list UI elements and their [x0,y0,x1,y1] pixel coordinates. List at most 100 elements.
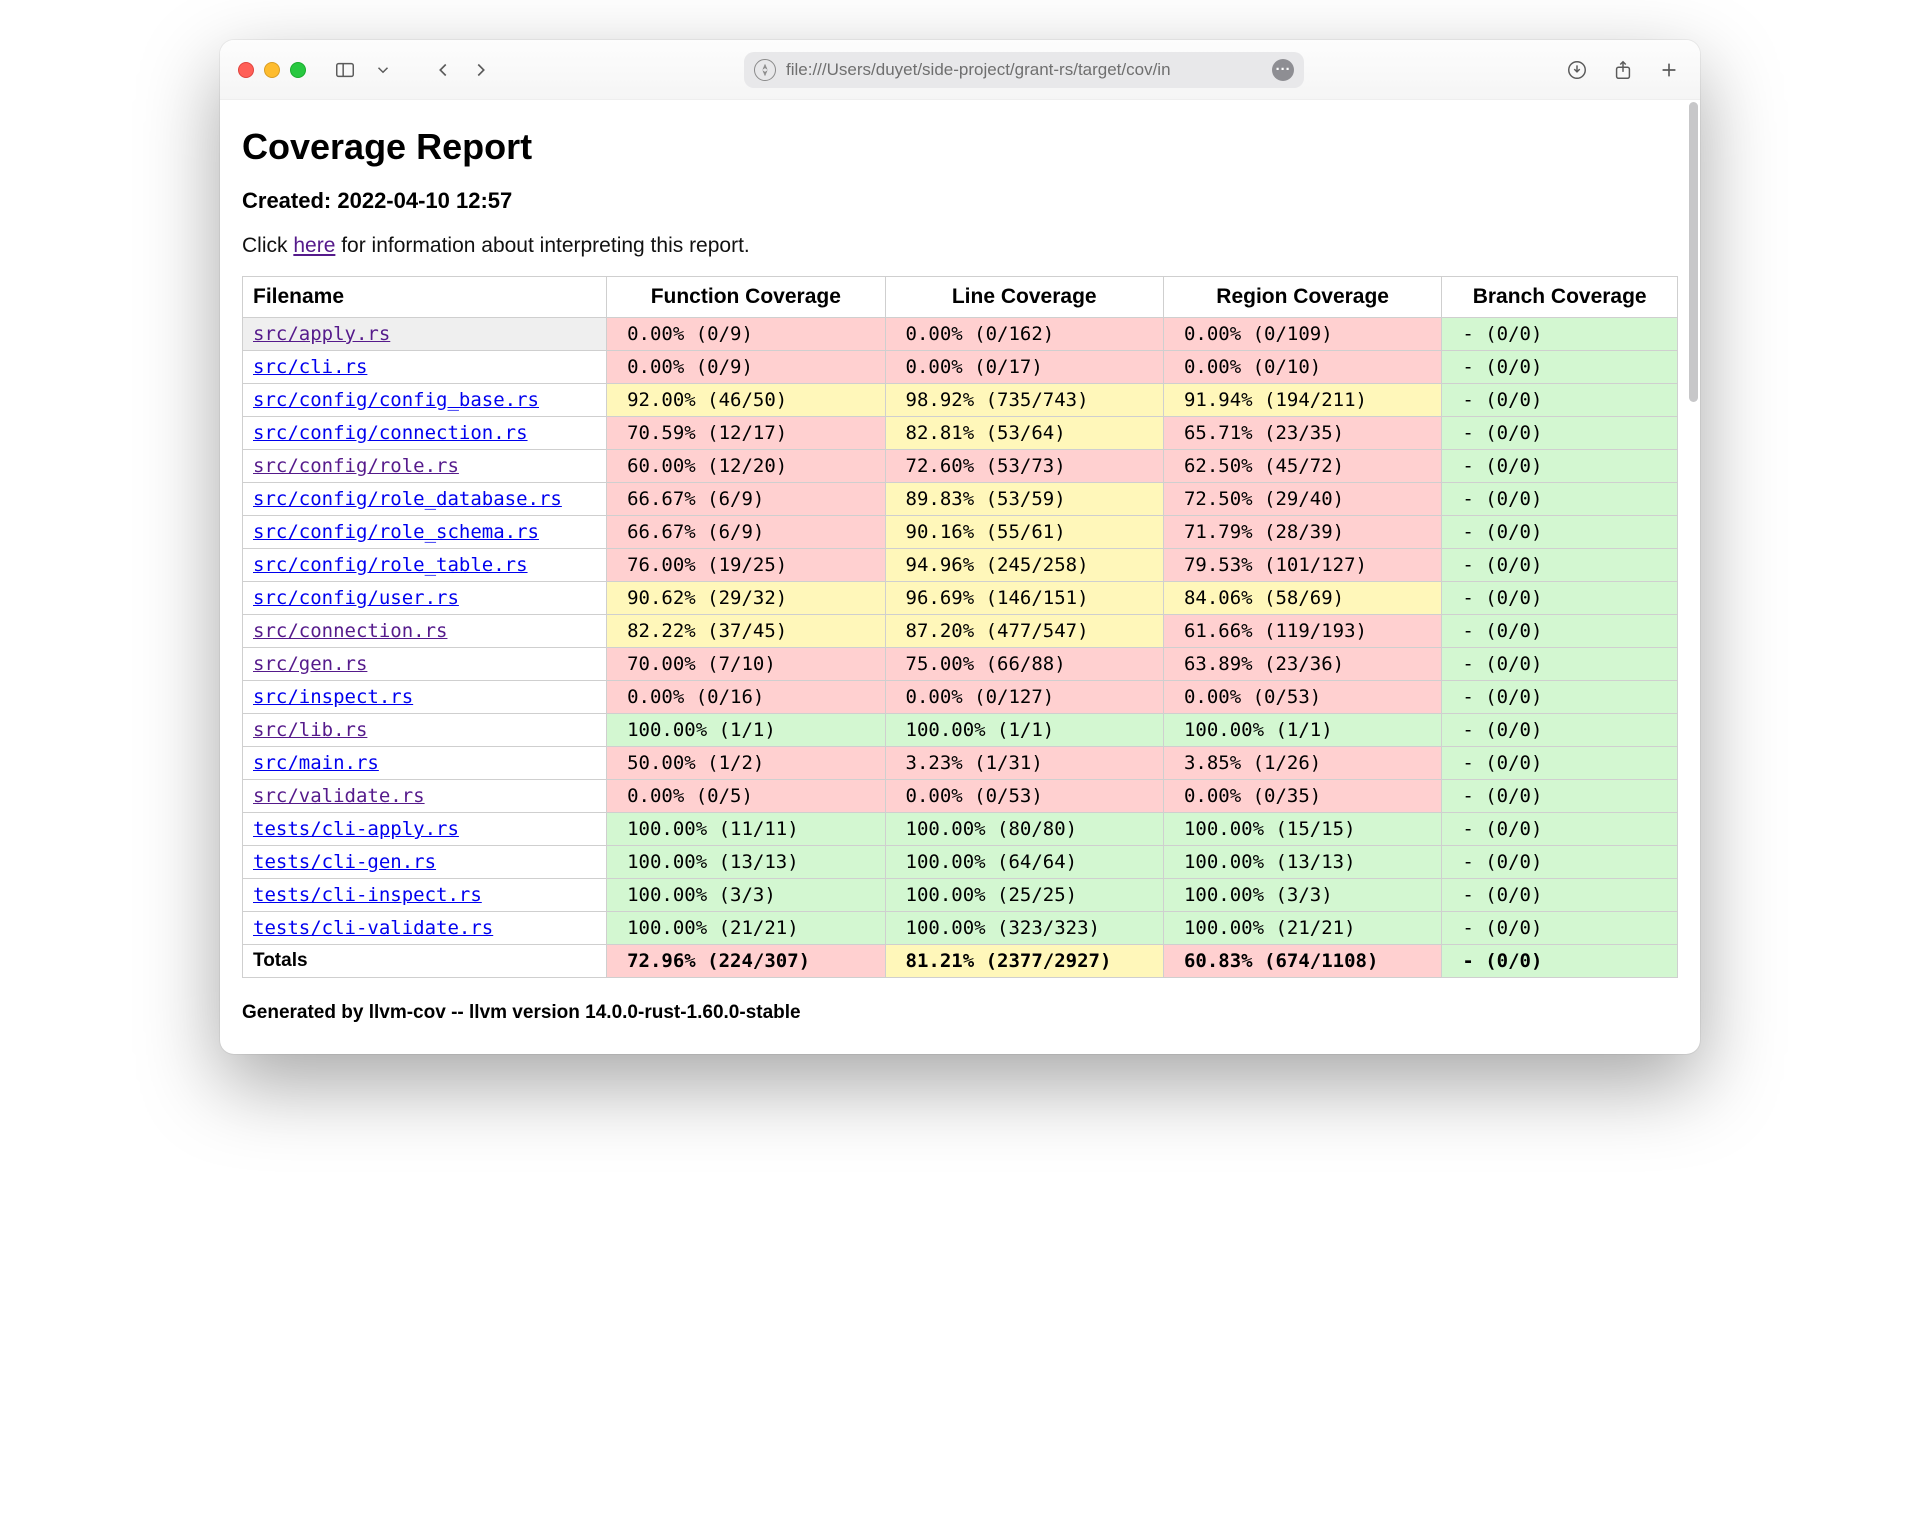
file-cell: src/cli.rs [243,351,607,384]
region-cell: 63.89% (23/36) [1163,648,1441,681]
file-cell: tests/cli-inspect.rs [243,879,607,912]
minimize-window-button[interactable] [264,62,280,78]
branch-cell: - (0/0) [1442,384,1678,417]
branch-cell: - (0/0) [1442,582,1678,615]
page-content: Coverage Report Created: 2022-04-10 12:5… [220,100,1700,1054]
col-region[interactable]: Region Coverage [1163,277,1441,318]
back-button[interactable] [430,57,456,83]
totals-branch: - (0/0) [1442,945,1678,978]
func-cell: 0.00% (0/9) [607,318,885,351]
line-cell: 82.81% (53/64) [885,417,1163,450]
table-row: src/lib.rs100.00% (1/1)100.00% (1/1)100.… [243,714,1678,747]
file-link[interactable]: src/main.rs [253,752,379,774]
file-link[interactable]: src/cli.rs [253,356,367,378]
table-header-row: Filename Function Coverage Line Coverage… [243,277,1678,318]
file-link[interactable]: src/config/role_table.rs [253,554,528,576]
file-link[interactable]: src/connection.rs [253,620,447,642]
intro-suffix: for information about interpreting this … [335,234,749,257]
file-link[interactable]: src/lib.rs [253,719,367,741]
file-cell: src/config/user.rs [243,582,607,615]
table-row: src/inspect.rs 0.00% (0/16) 0.00% (0/127… [243,681,1678,714]
sidebar-toggle-icon[interactable] [332,57,358,83]
line-cell: 72.60% (53/73) [885,450,1163,483]
region-cell: 3.85% (1/26) [1163,747,1441,780]
table-row: tests/cli-inspect.rs 100.00% (3/3) 100.00%… [243,879,1678,912]
table-row: tests/cli-apply.rs100.00% (11/11)100.00%… [243,813,1678,846]
table-row: src/connection.rs 82.22% (37/45) 87.20% … [243,615,1678,648]
url-text: file:///Users/duyet/side-project/grant-r… [786,60,1262,80]
branch-cell: - (0/0) [1442,813,1678,846]
totals-row: Totals 72.96% (224/307) 81.21% (2377/292… [243,945,1678,978]
line-cell: 0.00% (0/127) [885,681,1163,714]
created-timestamp: Created: 2022-04-10 12:57 [242,188,1678,214]
line-cell: 100.00% (323/323) [885,912,1163,945]
branch-cell: - (0/0) [1442,516,1678,549]
new-tab-icon[interactable] [1656,57,1682,83]
file-link[interactable]: src/config/role_database.rs [253,488,562,510]
branch-cell: - (0/0) [1442,879,1678,912]
file-link[interactable]: src/validate.rs [253,785,425,807]
line-cell: 3.23% (1/31) [885,747,1163,780]
table-row: src/config/role_schema.rs 66.67% (6/9) 9… [243,516,1678,549]
table-row: tests/cli-gen.rs100.00% (13/13)100.00% (… [243,846,1678,879]
file-cell: src/main.rs [243,747,607,780]
func-cell: 70.00% (7/10) [607,648,885,681]
file-link[interactable]: tests/cli-validate.rs [253,917,493,939]
file-cell: src/config/connection.rs [243,417,607,450]
col-branch[interactable]: Branch Coverage [1442,277,1678,318]
more-icon[interactable]: ··· [1272,59,1294,81]
func-cell: 76.00% (19/25) [607,549,885,582]
file-link[interactable]: src/config/config_base.rs [253,389,539,411]
table-row: src/config/role.rs 60.00% (12/20) 72.60%… [243,450,1678,483]
table-row: src/config/user.rs 90.62% (29/32) 96.69%… [243,582,1678,615]
file-cell: src/config/role_schema.rs [243,516,607,549]
file-link[interactable]: src/config/user.rs [253,587,459,609]
share-icon[interactable] [1610,57,1636,83]
intro-here-link[interactable]: here [293,234,335,257]
file-link[interactable]: src/inspect.rs [253,686,413,708]
file-link[interactable]: tests/cli-gen.rs [253,851,436,873]
file-link[interactable]: src/config/connection.rs [253,422,528,444]
branch-cell: - (0/0) [1442,549,1678,582]
file-link[interactable]: src/config/role.rs [253,455,459,477]
func-cell: 92.00% (46/50) [607,384,885,417]
col-filename[interactable]: Filename [243,277,607,318]
branch-cell: - (0/0) [1442,648,1678,681]
file-cell: src/gen.rs [243,648,607,681]
table-row: src/cli.rs 0.00% (0/9) 0.00% (0/17) 0.00… [243,351,1678,384]
totals-line: 81.21% (2377/2927) [885,945,1163,978]
totals-func: 72.96% (224/307) [607,945,885,978]
line-cell: 89.83% (53/59) [885,483,1163,516]
func-cell: 100.00% (3/3) [607,879,885,912]
region-cell: 0.00% (0/53) [1163,681,1441,714]
file-cell: src/lib.rs [243,714,607,747]
file-link[interactable]: src/config/role_schema.rs [253,521,539,543]
file-link[interactable]: tests/cli-apply.rs [253,818,459,840]
region-cell: 91.94% (194/211) [1163,384,1441,417]
region-cell: 65.71% (23/35) [1163,417,1441,450]
file-link[interactable]: tests/cli-inspect.rs [253,884,482,906]
region-cell: 100.00% (3/3) [1163,879,1441,912]
footer-text: Generated by llvm-cov -- llvm version 14… [242,1002,1678,1024]
region-cell: 71.79% (28/39) [1163,516,1441,549]
scrollbar-thumb[interactable] [1689,102,1698,402]
func-cell: 100.00% (21/21) [607,912,885,945]
branch-cell: - (0/0) [1442,351,1678,384]
branch-cell: - (0/0) [1442,681,1678,714]
file-link[interactable]: src/apply.rs [253,323,390,345]
downloads-icon[interactable] [1564,57,1590,83]
func-cell: 0.00% (0/9) [607,351,885,384]
line-cell: 96.69% (146/151) [885,582,1163,615]
chevron-down-icon[interactable] [374,57,392,83]
func-cell: 60.00% (12/20) [607,450,885,483]
close-window-button[interactable] [238,62,254,78]
table-row: src/main.rs 50.00% (1/2) 3.23% (1/31) 3.… [243,747,1678,780]
maximize-window-button[interactable] [290,62,306,78]
file-link[interactable]: src/gen.rs [253,653,367,675]
col-function[interactable]: Function Coverage [607,277,885,318]
line-cell: 75.00% (66/88) [885,648,1163,681]
col-line[interactable]: Line Coverage [885,277,1163,318]
region-cell: 84.06% (58/69) [1163,582,1441,615]
address-bar[interactable]: file:///Users/duyet/side-project/grant-r… [744,52,1304,88]
forward-button[interactable] [468,57,494,83]
